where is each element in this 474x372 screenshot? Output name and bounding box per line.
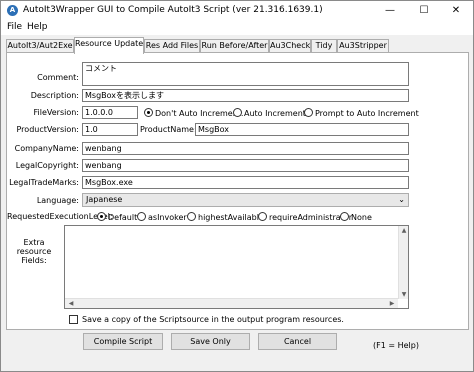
radio-label: asInvoker [148,213,187,222]
productname-label: ProductName: [140,125,197,134]
productversion-label: ProductVersion: [16,125,80,134]
tab-au3check[interactable]: Au3Check [269,39,311,53]
window-title: AutoIt3Wrapper GUI to Compile AutoIt3 Sc… [23,5,323,15]
radio-auto-increment[interactable]: Auto Increment [233,108,306,118]
radio-label: highestAvailable [198,213,264,222]
tab-run-before-after[interactable]: Run Before/After [200,39,269,53]
maximize-button[interactable]: ☐ [407,1,441,21]
radio-dot [97,212,106,221]
resource-update-panel: Comment: コメント Description: MsgBoxを表示します … [6,52,469,330]
menu-bar: File Help [1,21,473,35]
radio-prompt-auto-increment[interactable]: Prompt to Auto Increment [304,108,419,118]
radio-label: Auto Increment [244,109,306,118]
comment-field[interactable]: コメント [82,62,409,86]
tab-au3stripper[interactable]: Au3Stripper [337,39,389,53]
comment-label: Comment: [37,73,79,82]
tab-tidy[interactable]: Tidy [311,39,337,53]
save-only-button[interactable]: Save Only [171,333,250,350]
radio-dot [137,212,146,221]
radio-exec-default[interactable]: Default [97,212,137,222]
minimize-button[interactable]: — [373,1,407,21]
scroll-down-icon[interactable]: ▼ [399,291,409,298]
radio-dot [340,212,349,221]
radio-dont-auto-increment[interactable]: Don't Auto Increment. [144,108,243,118]
language-value: Japanese [86,195,123,204]
help-hint: (F1 = Help) [373,341,419,350]
vertical-scrollbar[interactable]: ▲ ▼ [398,226,408,299]
radio-label: Don't Auto Increment. [155,109,244,118]
app-window: A AutoIt3Wrapper GUI to Compile AutoIt3 … [0,0,474,372]
extra-label-line1: Extra [23,238,45,247]
fileversion-field[interactable]: 1.0.0.0 [82,106,138,119]
menu-help[interactable]: Help [27,22,48,32]
description-field[interactable]: MsgBoxを表示します [82,89,409,102]
autoit-icon: A [7,5,18,16]
radio-label: Default [108,213,138,222]
extra-label-line2: resource [16,247,52,256]
companyname-field[interactable]: wenbang [82,142,409,155]
radio-dot [144,108,153,117]
tab-res-add-files[interactable]: Res Add Files [144,39,200,53]
scroll-up-icon[interactable]: ▲ [399,227,409,234]
radio-exec-none[interactable]: None [340,212,372,222]
horizontal-scrollbar[interactable]: ◀ ▶ [65,298,398,308]
productname-field[interactable]: MsgBox [195,123,409,136]
tab-autoit3-aut2exe[interactable]: AutoIt3/Aut2Exe [6,39,74,53]
tab-resource-update[interactable]: Resource Update [74,37,144,54]
legaltrademarks-field[interactable]: MsgBox.exe [82,176,409,189]
execlevel-label: RequestedExecutionLevel: [7,212,113,221]
productversion-field[interactable]: 1.0 [82,123,138,136]
fileversion-label: FileVersion: [33,108,80,117]
menu-file[interactable]: File [7,22,22,32]
scroll-right-icon[interactable]: ▶ [387,300,397,307]
radio-dot [304,108,313,117]
radio-label: Prompt to Auto Increment [315,109,419,118]
legaltrademarks-label: LegalTradeMarks: [9,178,79,187]
radio-dot [233,108,242,117]
radio-exec-asinvoker[interactable]: asInvoker [137,212,187,222]
legalcopyright-label: LegalCopyright: [15,161,79,170]
cancel-button[interactable]: Cancel [258,333,337,350]
radio-label: None [351,213,372,222]
scroll-left-icon[interactable]: ◀ [66,300,76,307]
companyname-label: CompanyName: [14,144,79,153]
radio-exec-requireadministrator[interactable]: requireAdministrator [258,212,352,222]
extra-resource-fields[interactable]: ▲ ▼ ◀ ▶ [64,225,409,309]
chevron-down-icon: ⌄ [398,195,405,204]
description-label: Description: [30,91,79,100]
save-copy-checkbox[interactable] [69,315,78,324]
save-copy-label: Save a copy of the Scriptsource in the o… [82,315,344,324]
close-button[interactable]: ✕ [439,1,473,21]
radio-exec-highestavailable[interactable]: highestAvailable [187,212,264,222]
radio-dot [187,212,196,221]
legalcopyright-field[interactable]: wenbang [82,159,409,172]
radio-dot [258,212,267,221]
extra-label-line3: Fields: [21,256,47,265]
compile-script-button[interactable]: Compile Script [83,333,163,350]
language-select[interactable]: Japanese ⌄ [82,193,409,207]
language-label: Language: [36,196,79,205]
title-bar: A AutoIt3Wrapper GUI to Compile AutoIt3 … [1,1,473,21]
